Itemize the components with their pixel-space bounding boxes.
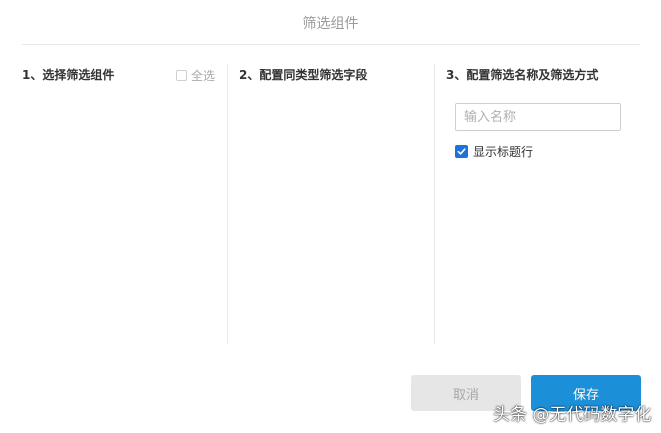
select-all-checkbox[interactable]: 全选: [176, 67, 215, 84]
checkbox-empty-icon[interactable]: [176, 70, 187, 81]
cancel-button[interactable]: 取消: [411, 375, 521, 411]
dialog-title: 筛选组件: [302, 16, 359, 32]
column-divider: [227, 64, 228, 344]
title-divider: [22, 44, 640, 45]
show-title-row-label: 显示标题行: [473, 145, 534, 159]
checkbox-checked-icon[interactable]: [455, 145, 468, 158]
name-input[interactable]: [455, 103, 621, 131]
select-all-label: 全选: [191, 69, 216, 83]
save-button[interactable]: 保存: [531, 375, 641, 411]
column-heading-configure-fields: 2、配置同类型筛选字段: [239, 68, 368, 82]
column-divider: [434, 64, 435, 344]
show-title-row-checkbox[interactable]: 显示标题行: [455, 143, 533, 160]
column-heading-configure-name: 3、配置筛选名称及筛选方式: [446, 68, 599, 82]
column-heading-select-components: 1、选择筛选组件: [22, 68, 115, 82]
